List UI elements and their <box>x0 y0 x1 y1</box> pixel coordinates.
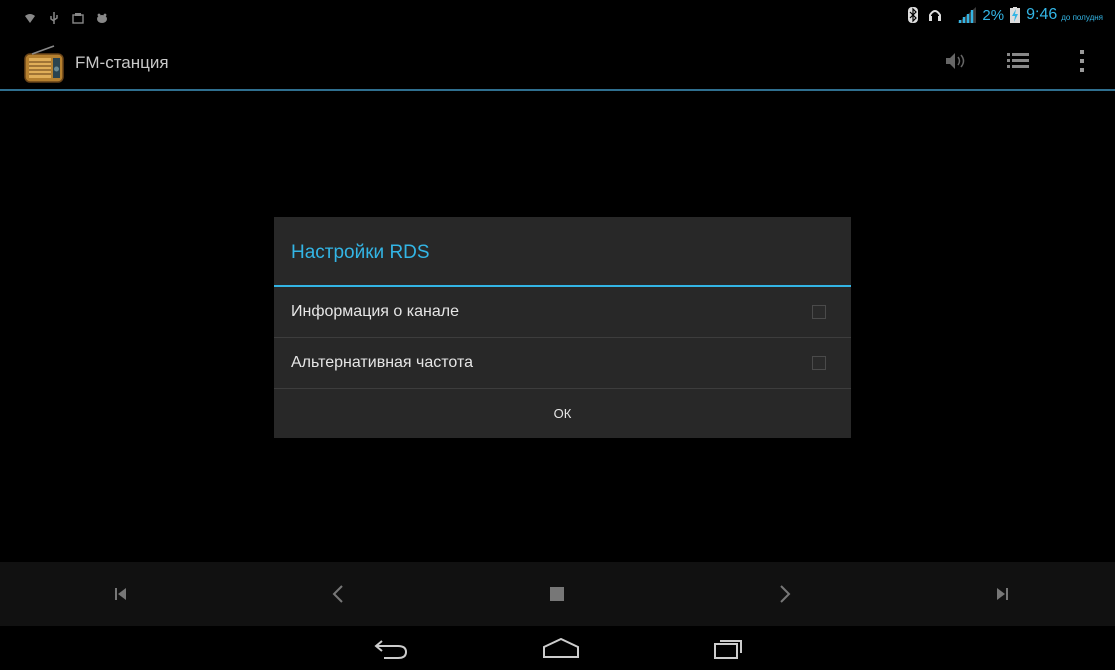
status-notifications <box>24 9 108 28</box>
battery-percent: 2% <box>982 6 1005 24</box>
status-system: 2% 9:46 до полудня <box>908 6 1103 24</box>
checkbox-alternative-frequency[interactable] <box>812 356 826 370</box>
signal-icon <box>958 7 977 23</box>
home-icon[interactable] <box>541 636 581 660</box>
skip-previous-icon[interactable] <box>109 582 133 606</box>
android-debug-icon <box>96 9 108 28</box>
dialog-title: Настройки RDS <box>274 217 851 287</box>
checkbox-channel-info[interactable] <box>812 305 826 319</box>
option-label: Альтернативная частота <box>291 354 474 371</box>
speaker-icon[interactable] <box>944 49 968 73</box>
skip-next-icon[interactable] <box>990 582 1014 606</box>
headphones-icon <box>928 8 942 22</box>
stop-icon[interactable] <box>545 582 569 606</box>
rds-settings-dialog: Настройки RDS Информация о канале Альтер… <box>274 217 851 438</box>
option-label: Информация о канале <box>291 303 459 320</box>
storage-icon <box>72 9 84 28</box>
battery-charging-icon <box>1010 7 1021 23</box>
clock-time: 9:46 <box>1026 6 1058 23</box>
wifi-icon <box>24 9 36 28</box>
seek-back-icon[interactable] <box>326 582 350 606</box>
navigation-bar <box>0 626 1115 670</box>
status-bar: 2% 9:46 до полудня <box>0 0 1115 34</box>
bluetooth-icon <box>908 7 919 23</box>
clock-suffix: до полудня <box>1061 12 1103 22</box>
ok-button[interactable]: ОК <box>274 389 851 439</box>
app-title: FM-станция <box>75 53 169 72</box>
action-bar: FM-станция <box>0 34 1115 91</box>
list-icon[interactable] <box>1006 49 1030 73</box>
seek-forward-icon[interactable] <box>773 582 797 606</box>
recents-icon[interactable] <box>712 636 744 660</box>
usb-icon <box>48 9 60 28</box>
radio-icon[interactable] <box>24 45 64 85</box>
overflow-menu-icon[interactable] <box>1070 49 1094 73</box>
playback-controls <box>0 562 1115 626</box>
back-icon[interactable] <box>373 636 409 660</box>
option-alternative-frequency[interactable]: Альтернативная частота <box>274 338 851 389</box>
option-channel-info[interactable]: Информация о канале <box>274 287 851 338</box>
